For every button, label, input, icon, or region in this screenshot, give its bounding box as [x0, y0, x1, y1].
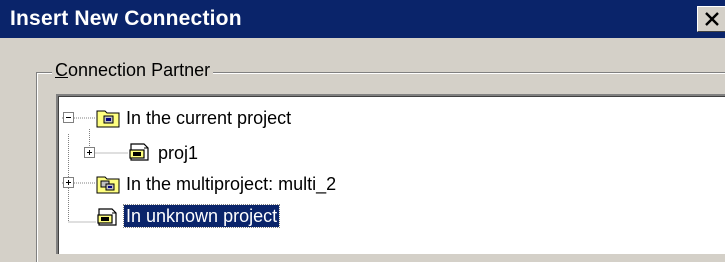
tree-node-label[interactable]: In the current project [124, 107, 293, 129]
folder-project-icon [96, 110, 120, 128]
connection-partner-tree[interactable]: In the current project proj1 In the mult… [56, 94, 725, 254]
close-button[interactable] [697, 6, 725, 32]
tree-node-label[interactable]: In the multiproject: multi_2 [124, 173, 338, 195]
expand-toggle[interactable] [84, 147, 95, 158]
close-icon [705, 12, 719, 26]
minus-icon [66, 117, 71, 118]
tree-node-label-selected[interactable]: In unknown project [122, 204, 281, 228]
group-label-text: onnection Partner [68, 60, 211, 80]
station-icon [129, 143, 149, 161]
collapse-toggle[interactable] [63, 112, 74, 123]
title-bar[interactable]: Insert New Connection [0, 0, 725, 38]
window-title: Insert New Connection [10, 7, 242, 30]
multiproject-icon [96, 176, 120, 194]
group-label-mnemonic: C [55, 60, 68, 80]
station-icon [97, 208, 117, 226]
group-label: Connection Partner [52, 60, 214, 81]
plus-icon [66, 180, 71, 185]
expand-toggle[interactable] [63, 177, 74, 188]
tree-node-label[interactable]: proj1 [156, 142, 200, 164]
plus-icon [87, 150, 92, 155]
